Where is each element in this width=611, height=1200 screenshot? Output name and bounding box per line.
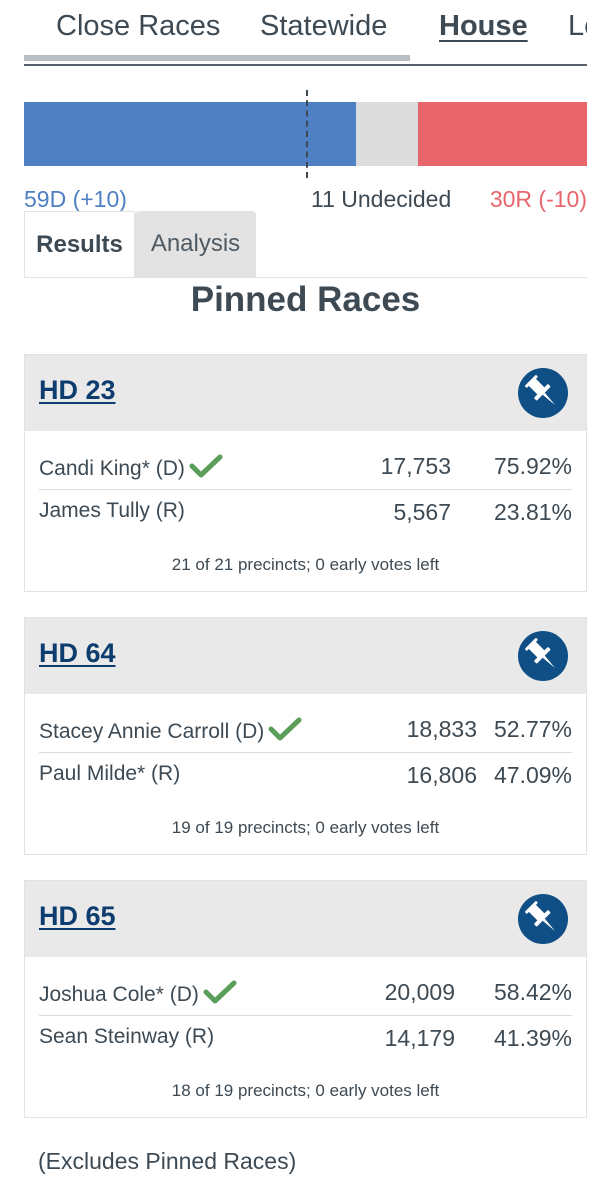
race-nav-tabs: Close Races Statewide House Le (24, 0, 587, 66)
candidate-votes: 5,567 (393, 499, 451, 525)
rep-seats-label: 30R (-10) (489, 186, 587, 212)
checkmark-icon (189, 454, 223, 478)
candidate-row: Stacey Annie Carroll (D) 18,833 52.77% (39, 708, 572, 753)
race-card-header: HD 65 (25, 881, 586, 957)
tab-close-races[interactable]: Close Races (56, 10, 220, 43)
tab-house[interactable]: House (439, 10, 528, 43)
race-title-link[interactable]: HD 64 (39, 638, 116, 669)
candidate-percent: 47.09% (493, 762, 572, 788)
candidate-percent: 75.92% (493, 453, 572, 479)
tab-statewide[interactable]: Statewide (260, 10, 387, 43)
candidate-name: Joshua Cole* (D) (39, 979, 237, 1007)
pushpin-icon (525, 638, 556, 669)
tab-analysis[interactable]: Analysis (135, 211, 256, 277)
candidate-row: Candi King* (D) 17,753 75.92% (39, 445, 572, 490)
candidate-name: Stacey Annie Carroll (D) (39, 716, 302, 744)
dem-seats-label: 59D (+10) (24, 186, 127, 212)
section-title: Pinned Races (190, 280, 421, 319)
candidate-percent: 58.42% (493, 979, 572, 1005)
view-tabs: Results Analysis (24, 211, 587, 278)
nav-scroll-indicator (24, 55, 410, 61)
majority-marker-line (306, 90, 308, 178)
checkmark-icon (203, 980, 237, 1004)
undecided-seats-segment (356, 102, 418, 166)
undecided-seats-label: 11 Undecided (311, 186, 452, 212)
checkmark-icon (268, 717, 302, 741)
race-card: HD 64 Stacey Annie Carroll (D) 18,833 52… (24, 617, 587, 855)
race-card: HD 65 Joshua Cole* (D) 20,009 58.42% Sea… (24, 880, 587, 1118)
candidate-votes: 18,833 (406, 716, 477, 742)
candidate-name: Sean Steinway (R) (39, 1025, 215, 1048)
pushpin-icon (525, 375, 556, 406)
candidate-votes: 16,806 (406, 762, 477, 788)
excludes-pinned-note: (Excludes Pinned Races) (38, 1148, 297, 1174)
tab-results[interactable]: Results (24, 211, 135, 277)
candidate-votes: 17,753 (380, 453, 451, 479)
precincts-reporting: 18 of 19 precincts; 0 early votes left (171, 1081, 440, 1100)
candidate-row: Paul Milde* (R) 16,806 47.09% (39, 754, 572, 798)
candidate-name: James Tully (R) (39, 499, 185, 522)
candidate-row: Sean Steinway (R) 14,179 41.39% (39, 1017, 572, 1061)
pushpin-icon (525, 901, 556, 932)
race-title-link[interactable]: HD 65 (39, 901, 116, 932)
race-card-header: HD 23 (25, 355, 586, 431)
candidate-row: James Tully (R) 5,567 23.81% (39, 491, 572, 535)
candidate-row: Joshua Cole* (D) 20,009 58.42% (39, 971, 572, 1016)
candidate-percent: 23.81% (493, 499, 572, 525)
precincts-reporting: 21 of 21 precincts; 0 early votes left (171, 555, 440, 574)
pin-button[interactable] (518, 368, 568, 418)
race-title-link[interactable]: HD 23 (39, 375, 116, 406)
pin-button[interactable] (518, 894, 568, 944)
rep-seats-segment (418, 102, 587, 166)
candidate-name: Paul Milde* (R) (39, 762, 181, 785)
candidate-votes: 20,009 (384, 979, 455, 1005)
race-card-header: HD 64 (25, 618, 586, 694)
candidate-name: Candi King* (D) (39, 453, 223, 481)
seat-balance-bar (24, 90, 587, 178)
pin-button[interactable] (518, 631, 568, 681)
candidate-percent: 41.39% (493, 1025, 572, 1051)
tab-legislature-truncated[interactable]: Le (568, 10, 587, 43)
candidate-votes: 14,179 (384, 1025, 455, 1051)
precincts-reporting: 19 of 19 precincts; 0 early votes left (171, 818, 440, 837)
candidate-percent: 52.77% (493, 716, 572, 742)
race-card: HD 23 Candi King* (D) 17,753 75.92% Jame… (24, 354, 587, 592)
